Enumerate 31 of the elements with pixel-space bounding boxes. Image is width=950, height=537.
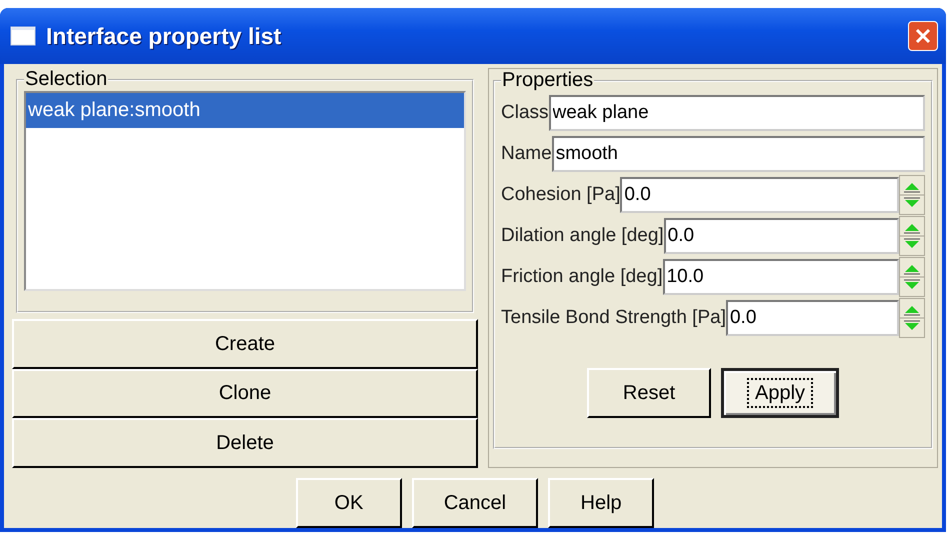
- spinner-arrows-icon[interactable]: [899, 256, 925, 296]
- action-button[interactable]: Create: [12, 319, 478, 369]
- field-label: Friction angle [deg]: [501, 266, 663, 288]
- input-field[interactable]: 0.0: [664, 218, 899, 254]
- spinner-arrows-icon[interactable]: [899, 174, 925, 214]
- input-field[interactable]: weak plane: [548, 94, 925, 130]
- window-title: Interface property list: [46, 22, 282, 50]
- input-field[interactable]: 0.0: [620, 176, 899, 212]
- action-button[interactable]: Clone: [12, 368, 478, 418]
- action-button[interactable]: Apply: [721, 368, 839, 418]
- input-field[interactable]: 0.0: [726, 300, 899, 336]
- field-label: Name: [501, 142, 552, 164]
- action-button[interactable]: Reset: [587, 368, 711, 418]
- spinner-arrows-icon[interactable]: [899, 216, 925, 256]
- input-field[interactable]: smooth: [552, 136, 925, 172]
- input-field[interactable]: 10.0: [662, 258, 899, 294]
- action-button[interactable]: Delete: [12, 418, 478, 468]
- spinner-arrows-icon[interactable]: [899, 298, 925, 338]
- list-item[interactable]: weak plane:smooth: [26, 93, 464, 128]
- field-label: Tensile Bond Strength [Pa]: [501, 306, 726, 328]
- close-button[interactable]: [908, 21, 938, 51]
- group-title: Properties: [501, 69, 594, 92]
- close-icon: [914, 27, 932, 45]
- window-icon: [10, 26, 36, 46]
- dialog-button[interactable]: OK: [296, 478, 402, 528]
- dialog-button[interactable]: Help: [548, 478, 654, 528]
- field-label: Class: [501, 102, 549, 124]
- group-title: Selection: [24, 68, 108, 91]
- field-label: Dilation angle [deg]: [501, 224, 664, 246]
- dialog-button[interactable]: Cancel: [412, 478, 538, 528]
- field-label: Cohesion [Pa]: [501, 184, 620, 206]
